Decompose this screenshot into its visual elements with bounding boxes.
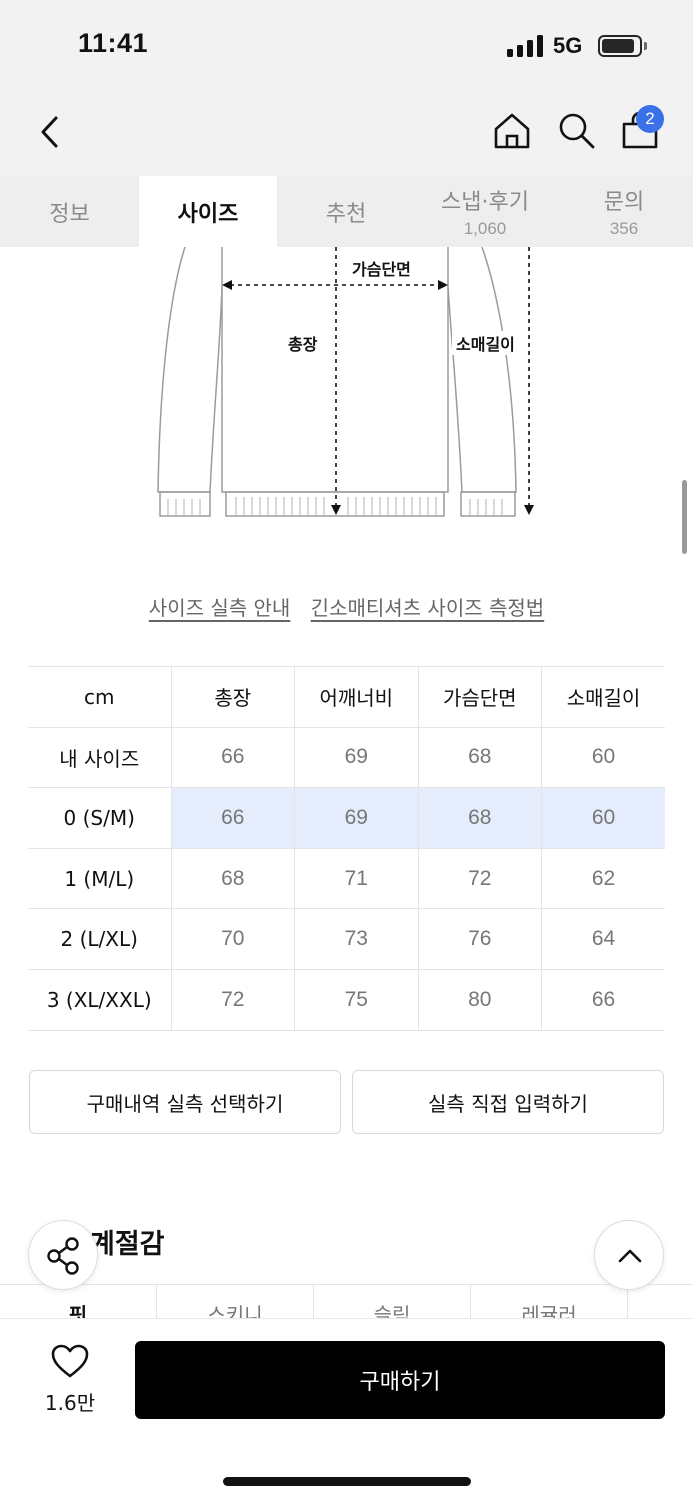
table-cell: 72 [170, 968, 295, 1031]
row-label: 2 (L/XL) [28, 908, 171, 970]
header-cell: 가슴단면 [417, 666, 542, 728]
cart-count-badge: 2 [636, 105, 664, 133]
tab-label: 정보 [49, 201, 90, 227]
home-icon[interactable] [492, 110, 532, 150]
table-cell: 64 [541, 908, 665, 970]
tab-snap-review[interactable]: 스냅·후기 1,060 [415, 176, 555, 247]
chest-width-label: 가슴단면 [348, 256, 415, 280]
table-cell: 68 [417, 787, 542, 849]
scroll-top-button[interactable] [594, 1220, 664, 1290]
header-cell: 어깨너비 [294, 666, 418, 728]
signal-icon [507, 35, 543, 57]
size-measure-guide-link[interactable]: 사이즈 실측 안내 [149, 596, 291, 620]
header-cell: 총장 [170, 666, 295, 728]
table-cell: 66 [170, 787, 295, 849]
table-row[interactable]: 0 (S/M) 66 69 68 60 [28, 787, 665, 849]
battery-tip [644, 42, 647, 50]
table-row[interactable]: 1 (M/L) 68 71 72 62 [28, 847, 665, 910]
table-cell: 60 [541, 787, 665, 849]
tab-inquiry[interactable]: 문의 356 [555, 176, 693, 247]
table-cell: 71 [294, 847, 418, 910]
measure-method-link[interactable]: 긴소매티셔츠 사이즈 측정법 [311, 596, 545, 620]
total-length-label: 총장 [284, 331, 322, 355]
chevron-up-icon [618, 1249, 642, 1263]
sweatshirt-diagram [157, 247, 534, 517]
tab-recommend[interactable]: 추천 [277, 176, 415, 247]
size-table: cm 총장 어깨너비 가슴단면 소매길이 내 사이즈 66 69 68 60 0… [28, 666, 665, 1031]
buy-button[interactable]: 구매하기 [135, 1341, 665, 1419]
row-label: 0 (S/M) [28, 787, 171, 849]
row-label: 3 (XL/XXL) [28, 968, 171, 1031]
table-cell: 68 [417, 726, 542, 789]
header-cell: cm [28, 666, 171, 728]
table-cell: 66 [541, 968, 665, 1031]
header-cell: 소매길이 [541, 666, 665, 728]
size-guide-links: 사이즈 실측 안내 긴소매티셔츠 사이즈 측정법 [0, 592, 693, 621]
like-count: 1.6만 [44, 1391, 96, 1415]
share-button[interactable] [28, 1220, 98, 1290]
tab-label: 문의 [603, 190, 645, 215]
tab-size[interactable]: 사이즈 [139, 176, 277, 247]
scrollbar[interactable] [682, 480, 687, 554]
table-cell: 60 [541, 726, 665, 789]
manual-input-button[interactable]: 실측 직접 입력하기 [352, 1070, 664, 1134]
table-row[interactable]: 내 사이즈 66 69 68 60 [28, 726, 665, 789]
table-cell: 66 [170, 726, 295, 789]
table-cell: 76 [417, 908, 542, 970]
tab-label: 사이즈 [177, 201, 239, 227]
table-cell: 80 [417, 968, 542, 1031]
status-bar: 11:41 5G [0, 0, 693, 92]
tab-count: 356 [609, 219, 639, 238]
battery-icon [598, 35, 642, 57]
table-cell: 69 [294, 726, 418, 789]
tab-count: 1,060 [463, 219, 507, 238]
heart-icon [51, 1344, 89, 1378]
status-time: 11:41 [78, 28, 149, 58]
table-cell: 62 [541, 847, 665, 910]
row-label: 1 (M/L) [28, 847, 171, 910]
table-row[interactable]: 2 (L/XL) 70 73 76 64 [28, 908, 665, 970]
select-purchase-history-button[interactable]: 구매내역 실측 선택하기 [29, 1070, 341, 1134]
like-button[interactable]: 1.6만 [30, 1343, 110, 1416]
table-cell: 69 [294, 787, 418, 849]
table-row[interactable]: 3 (XL/XXL) 72 75 80 66 [28, 968, 665, 1031]
tab-label: 추천 [325, 201, 367, 227]
size-diagram: 가슴단면 총장 소매길이 [0, 247, 693, 537]
table-cell: 75 [294, 968, 418, 1031]
table-cell: 72 [417, 847, 542, 910]
fit-title-text: 계절감 [90, 1229, 165, 1260]
table-cell: 73 [294, 908, 418, 970]
sleeve-length-label: 소매길이 [452, 331, 519, 355]
tab-label: 스냅·후기 [441, 190, 529, 215]
row-label: 내 사이즈 [28, 726, 171, 789]
nav-bar [0, 92, 693, 176]
search-icon[interactable] [556, 110, 596, 150]
bottom-bar: 1.6만 구매하기 [0, 1318, 693, 1500]
home-indicator [223, 1477, 471, 1486]
tab-bar: 정보 사이즈 추천 스냅·후기 1,060 문의 356 [0, 176, 693, 247]
tab-info[interactable]: 정보 [0, 176, 139, 247]
share-icon [47, 1237, 79, 1275]
back-icon[interactable] [34, 112, 66, 152]
table-header-row: cm 총장 어깨너비 가슴단면 소매길이 [28, 666, 665, 728]
table-cell: 68 [170, 847, 295, 910]
table-cell: 70 [170, 908, 295, 970]
network-label: 5G [553, 33, 583, 58]
